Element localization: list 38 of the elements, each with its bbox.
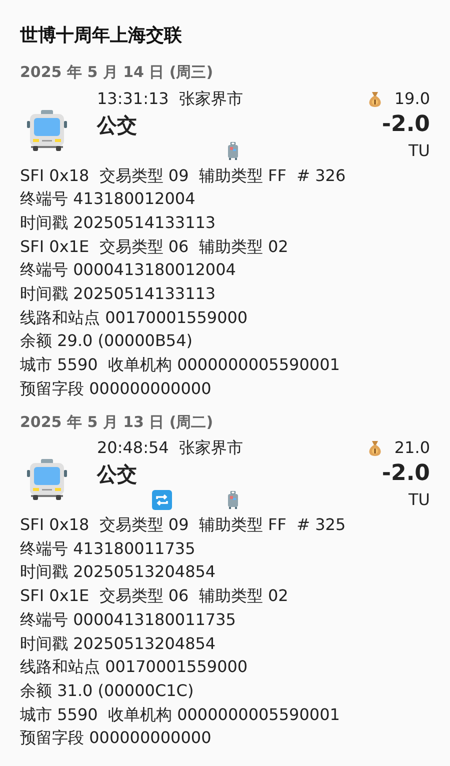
amount: -2.0 — [382, 460, 430, 488]
page-title: 世博十周年上海交联 — [19, 24, 183, 48]
currency-unit: TU — [408, 140, 430, 162]
detail-line: SFI 0x18 交易类型 09 辅助类型 FF # 325 — [20, 514, 346, 536]
detail-line: 线路和站点 00170001559000 — [20, 656, 248, 678]
transaction-type: 公交 — [97, 461, 137, 488]
luggage-icon — [227, 491, 239, 510]
detail-line: 终端号 413180011735 — [20, 538, 196, 560]
bus-icon — [27, 108, 67, 150]
currency-unit: TU — [408, 489, 430, 512]
detail-line: 城市 5590 收单机构 0000000005590001 — [20, 704, 340, 726]
detail-line: 时间戳 20250514133113 — [20, 212, 216, 234]
detail-line: 终端号 413180012004 — [20, 188, 196, 210]
bus-icon — [27, 458, 67, 500]
time-location: 20:48:54 张家界市 — [97, 437, 244, 460]
amount: -2.0 — [382, 110, 430, 138]
detail-line: SFI 0x18 交易类型 09 辅助类型 FF # 326 — [20, 164, 346, 186]
balance: 19.0 — [394, 88, 430, 110]
date-header: 2025 年 5 月 14 日 (周三) — [19, 62, 214, 83]
time-location: 13:31:13 张家界市 — [97, 88, 244, 110]
detail-line: 余额 29.0 (00000B54) — [20, 330, 193, 352]
balance: 21.0 — [394, 437, 430, 460]
repeat-icon — [152, 490, 172, 510]
detail-line: 时间戳 20250513204854 — [20, 561, 216, 584]
detail-line: 城市 5590 收单机构 0000000005590001 — [20, 354, 340, 376]
date-header: 2025 年 5 月 13 日 (周二) — [19, 412, 214, 433]
detail-line: 终端号 0000413180012004 — [20, 259, 236, 282]
detail-line: SFI 0x1E 交易类型 06 辅助类型 02 — [20, 236, 288, 258]
detail-line: 时间戳 20250513204854 — [20, 632, 216, 655]
transaction-type: 公交 — [97, 112, 137, 138]
detail-line: SFI 0x1E 交易类型 06 辅助类型 02 — [20, 585, 288, 608]
detail-line: 预留字段 000000000000 — [20, 727, 212, 750]
detail-line: 终端号 0000413180011735 — [20, 608, 236, 631]
detail-line: 时间戳 20250514133113 — [20, 283, 216, 306]
detail-line: 余额 31.0 (00000C1C) — [20, 680, 194, 702]
detail-line: 线路和站点 00170001559000 — [20, 306, 248, 329]
detail-line: 预留字段 000000000000 — [20, 378, 212, 400]
luggage-icon — [227, 142, 239, 160]
